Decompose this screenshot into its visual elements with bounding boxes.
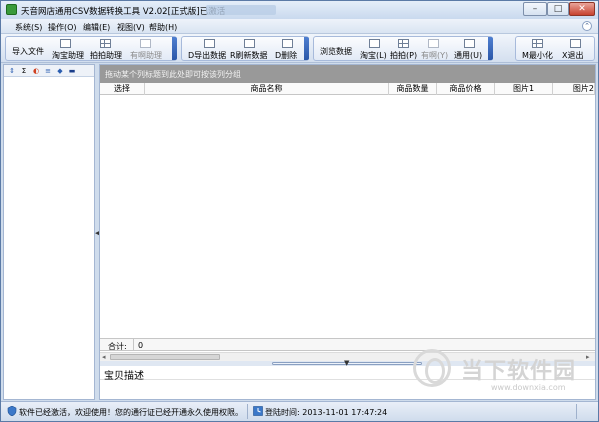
menu-bar: 系统(S) 操作(O) 编辑(E) 视图(V) 帮助(H) ⌃ xyxy=(1,19,598,34)
browse-taobao-icon xyxy=(369,39,380,48)
ribbon-collapse-icon[interactable]: ⌃ xyxy=(582,21,592,31)
paipai-assistant-icon xyxy=(100,39,111,48)
total-separator xyxy=(133,339,134,350)
exit-icon xyxy=(570,39,581,48)
maximize-button[interactable]: □ xyxy=(547,2,569,16)
toolbar-group-browse: 浏览数据 淘宝(L) 拍拍(P) 有啊(Y) 通用(U) xyxy=(313,36,493,61)
column-header-image2[interactable]: 图片2 xyxy=(553,83,595,95)
export-icon xyxy=(204,39,215,48)
toolbar: 导入文件 淘宝助理 拍拍助理 有啊助理 D导出数据 R刷新数据 D删除 浏览数据… xyxy=(1,34,598,63)
browse-youa-button[interactable]: 有啊(Y) xyxy=(421,50,448,61)
panel-icon[interactable]: ▬ xyxy=(68,67,76,75)
minimize-app-button[interactable]: M最小化 xyxy=(522,50,553,61)
app-window: 天音网店通用CSV数据转换工具 V2.02[正式版]已激活 – □ ✕ 系统(S… xyxy=(0,0,599,422)
clock-icon xyxy=(253,406,263,416)
total-label: 合计: xyxy=(108,342,127,351)
status-message: 软件已经激活，欢迎使用！您的通行证已经开通永久使用权限。 xyxy=(19,408,243,417)
paipai-assistant-button[interactable]: 拍拍助理 xyxy=(90,50,122,61)
shield-icon xyxy=(7,406,17,416)
minimize-button[interactable]: – xyxy=(523,2,547,16)
filter-icon[interactable]: ◆ xyxy=(56,67,64,75)
column-header-select[interactable]: 选择 xyxy=(100,83,145,95)
refresh-icon xyxy=(244,39,255,48)
delete-icon xyxy=(282,39,293,48)
menu-system[interactable]: 系统(S) xyxy=(15,22,42,33)
column-header-price[interactable]: 商品价格 xyxy=(437,83,495,95)
status-bar: 软件已经激活，欢迎使用！您的通行证已经开通永久使用权限。 登陆时间: 2013-… xyxy=(1,401,598,421)
youa-assistant-icon xyxy=(140,39,151,48)
browse-taobao-button[interactable]: 淘宝(L) xyxy=(360,50,387,61)
minimize-app-icon xyxy=(532,39,543,48)
sort-icon[interactable]: ⇕ xyxy=(8,67,16,75)
sum-icon[interactable]: Σ xyxy=(20,67,28,75)
menu-view[interactable]: 视图(V) xyxy=(117,22,145,33)
browse-general-button[interactable]: 通用(U) xyxy=(454,50,482,61)
scrollbar-thumb[interactable] xyxy=(110,354,220,360)
export-button[interactable]: D导出数据 xyxy=(188,50,226,61)
browse-general-icon xyxy=(464,39,475,48)
taobao-assistant-button[interactable]: 淘宝助理 xyxy=(52,50,84,61)
list-icon[interactable]: ≡ xyxy=(44,67,52,75)
refresh-button[interactable]: R刷新数据 xyxy=(230,50,268,61)
column-header-product-name[interactable]: 商品名称 xyxy=(145,83,389,95)
title-bar: 天音网店通用CSV数据转换工具 V2.02[正式版]已激活 – □ ✕ xyxy=(1,1,598,19)
watermark-url: www.downxia.com xyxy=(491,383,566,392)
column-header-image1[interactable]: 图片1 xyxy=(495,83,553,95)
toolbar-group-data: D导出数据 R刷新数据 D删除 xyxy=(181,36,309,61)
delete-button[interactable]: D删除 xyxy=(275,50,297,61)
group-by-bar[interactable]: 拖动某个列标题到此处即可按该列分组 xyxy=(100,65,595,83)
title-blur xyxy=(206,5,276,15)
color-icon[interactable]: ◐ xyxy=(32,67,40,75)
toolbar-group-import: 导入文件 淘宝助理 拍拍助理 有啊助理 xyxy=(5,36,177,61)
group-cap xyxy=(304,37,309,60)
browse-paipai-button[interactable]: 拍拍(P) xyxy=(390,50,417,61)
grid-body[interactable] xyxy=(100,95,595,337)
grid-header: 选择 商品名称 商品数量 商品价格 图片1 图片2 xyxy=(100,83,595,95)
browse-youa-icon xyxy=(428,39,439,48)
app-icon xyxy=(6,4,17,15)
menu-edit[interactable]: 编辑(E) xyxy=(83,22,110,33)
left-panel: ⇕ Σ ◐ ≡ ◆ ▬ xyxy=(3,64,95,400)
group-cap xyxy=(172,37,177,60)
taobao-assistant-icon xyxy=(60,39,71,48)
column-header-quantity[interactable]: 商品数量 xyxy=(389,83,437,95)
scroll-left-icon[interactable]: ◂ xyxy=(102,353,106,361)
watermark-logo-icon xyxy=(413,349,451,387)
watermark-text: 当下软件园 xyxy=(461,359,577,384)
total-value: 0 xyxy=(138,341,144,350)
group-by-hint: 拖动某个列标题到此处即可按该列分组 xyxy=(105,70,241,79)
close-button[interactable]: ✕ xyxy=(569,2,595,16)
status-separator xyxy=(247,404,248,419)
left-panel-toolbar: ⇕ Σ ◐ ≡ ◆ ▬ xyxy=(4,65,94,77)
youa-assistant-button[interactable]: 有啊助理 xyxy=(130,50,162,61)
group-cap xyxy=(488,37,493,60)
status-separator-end xyxy=(576,404,577,419)
browse-paipai-icon xyxy=(398,39,409,48)
login-time: 登陆时间: 2013-11-01 17:47:24 xyxy=(265,408,388,417)
menu-help[interactable]: 帮助(H) xyxy=(149,22,177,33)
browse-label: 浏览数据 xyxy=(320,47,352,56)
exit-button[interactable]: X退出 xyxy=(562,50,583,61)
toolbar-group-window: M最小化 X退出 xyxy=(515,36,595,61)
menu-operate[interactable]: 操作(O) xyxy=(48,22,77,33)
watermark: 当下软件园 www.downxia.com xyxy=(411,349,591,399)
import-button[interactable]: 导入文件 xyxy=(12,46,44,57)
window-title: 天音网店通用CSV数据转换工具 V2.02[正式版]已激活 xyxy=(21,7,226,17)
